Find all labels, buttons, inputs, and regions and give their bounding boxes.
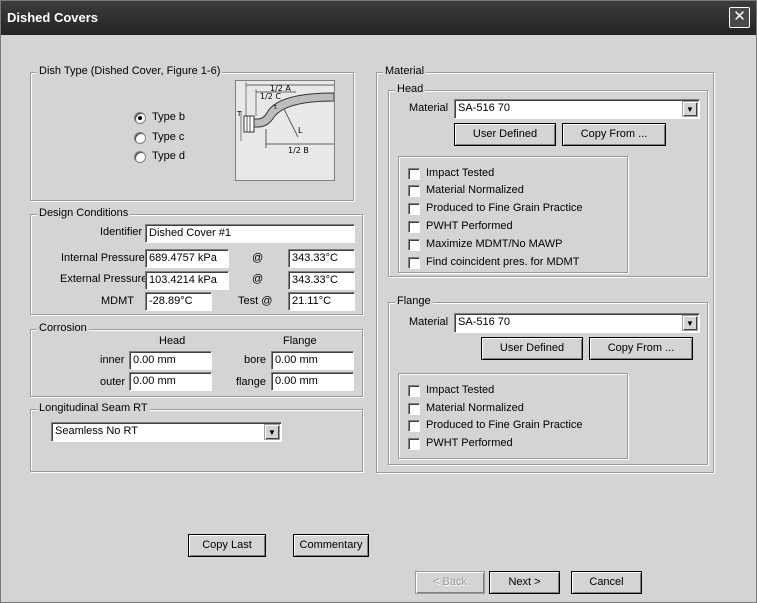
external-pressure-label: External Pressure bbox=[60, 273, 148, 285]
inner-label: inner bbox=[100, 354, 125, 366]
design-conditions-group: Design Conditions Identifier Dished Cove… bbox=[30, 207, 363, 315]
bore-corrosion-input[interactable]: 0.00 mm bbox=[271, 351, 354, 370]
external-temp-input[interactable]: 343.33°C bbox=[288, 271, 355, 290]
design-conditions-legend: Design Conditions bbox=[37, 207, 131, 219]
dim-half-b: 1/2 B bbox=[288, 146, 309, 155]
flange-user-defined-button[interactable]: User Defined bbox=[481, 337, 583, 360]
copy-last-button[interactable]: Copy Last bbox=[188, 534, 266, 557]
internal-temp-input[interactable]: 343.33°C bbox=[288, 249, 355, 268]
window-title: Dished Covers bbox=[7, 10, 99, 25]
material-legend: Material bbox=[383, 65, 427, 77]
radio-type-b-label: Type b bbox=[152, 111, 186, 123]
chevron-down-icon[interactable]: ▼ bbox=[264, 424, 280, 440]
dish-type-legend: Dish Type (Dished Cover, Figure 1-6) bbox=[37, 65, 223, 77]
mdmt-input[interactable]: -28.89°C bbox=[145, 292, 212, 311]
close-icon[interactable]: ✕ bbox=[729, 7, 750, 28]
seam-rt-value: Seamless No RT bbox=[55, 425, 138, 437]
outer-label: outer bbox=[100, 376, 126, 388]
flange-label: flange bbox=[236, 376, 266, 388]
chevron-down-icon[interactable]: ▼ bbox=[682, 101, 698, 117]
radio-type-d-label: Type d bbox=[152, 150, 186, 162]
head-copy-from-button[interactable]: Copy From ... bbox=[562, 123, 666, 146]
identifier-label: Identifier bbox=[100, 226, 143, 238]
dim-T: T bbox=[236, 110, 242, 118]
outer-corrosion-input[interactable]: 0.00 mm bbox=[129, 372, 212, 391]
dish-figure: 1/2 A 1/2 C 1/2 B t L T bbox=[235, 80, 335, 181]
dish-type-group: Dish Type (Dished Cover, Figure 1-6) Typ… bbox=[30, 65, 354, 201]
seam-rt-group: Longitudinal Seam RT Seamless No RT ▼ bbox=[30, 402, 363, 472]
test-label: Test @ bbox=[238, 295, 273, 307]
inner-corrosion-input[interactable]: 0.00 mm bbox=[129, 351, 212, 370]
at-symbol: @ bbox=[252, 252, 264, 264]
dished-covers-dialog: Dished Covers ✕ Dish Type (Dished Cover,… bbox=[0, 0, 757, 603]
dim-L: L bbox=[298, 126, 303, 135]
head-options-box: Impact Tested Material Normalized Produc… bbox=[398, 156, 628, 273]
head-material-group: Head Material SA-516 70 ▼ User Defined C… bbox=[388, 83, 708, 277]
radio-selected-indicator bbox=[134, 112, 146, 124]
head-material-label: Material bbox=[409, 102, 449, 114]
test-temp-input[interactable]: 21.11°C bbox=[288, 292, 355, 311]
head-user-defined-button[interactable]: User Defined bbox=[454, 123, 556, 146]
flange-material-label: Material bbox=[409, 316, 449, 328]
internal-pressure-input[interactable]: 689.4757 kPa bbox=[145, 249, 229, 268]
mdmt-label: MDMT bbox=[101, 295, 134, 307]
at-symbol: @ bbox=[252, 273, 264, 285]
corrosion-legend: Corrosion bbox=[37, 322, 89, 334]
flange-legend: Flange bbox=[395, 295, 433, 307]
flange-material-group: Flange Material SA-516 70 ▼ User Defined… bbox=[388, 295, 708, 465]
corrosion-head-heading: Head bbox=[159, 335, 186, 347]
material-group: Material Head Material SA-516 70 ▼ User … bbox=[376, 65, 714, 473]
external-pressure-input[interactable]: 103.4214 kPa bbox=[145, 271, 229, 290]
chevron-down-icon[interactable]: ▼ bbox=[682, 315, 698, 331]
corrosion-group: Corrosion Head Flange inner 0.00 mm bore… bbox=[30, 322, 363, 397]
flange-corrosion-input[interactable]: 0.00 mm bbox=[271, 372, 354, 391]
flange-options-box: Impact Tested Material Normalized Produc… bbox=[398, 373, 628, 459]
bore-label: bore bbox=[244, 354, 267, 366]
flange-material-value: SA-516 70 bbox=[458, 316, 510, 328]
cancel-button[interactable]: Cancel bbox=[571, 571, 642, 594]
head-legend: Head bbox=[395, 83, 426, 95]
seam-rt-legend: Longitudinal Seam RT bbox=[37, 402, 150, 414]
identifier-input[interactable]: Dished Cover #1 bbox=[145, 224, 355, 243]
back-button[interactable]: < Back bbox=[415, 571, 485, 594]
seam-rt-select[interactable]: Seamless No RT ▼ bbox=[51, 422, 282, 442]
flange-copy-from-button[interactable]: Copy From ... bbox=[589, 337, 693, 360]
internal-pressure-label: Internal Pressure bbox=[61, 252, 145, 264]
title-bar: Dished Covers ✕ bbox=[1, 1, 756, 35]
head-material-select[interactable]: SA-516 70 ▼ bbox=[454, 99, 700, 119]
corrosion-flange-heading: Flange bbox=[283, 335, 317, 347]
flange-material-select[interactable]: SA-516 70 ▼ bbox=[454, 313, 700, 333]
commentary-button[interactable]: Commentary bbox=[293, 534, 369, 557]
dished-cover-diagram: 1/2 A 1/2 C 1/2 B t L T bbox=[236, 81, 335, 180]
dim-t: t bbox=[274, 103, 277, 111]
head-material-value: SA-516 70 bbox=[458, 102, 510, 114]
radio-type-c-label: Type c bbox=[152, 131, 185, 143]
next-button[interactable]: Next > bbox=[489, 571, 560, 594]
dim-half-c: 1/2 C bbox=[260, 92, 281, 101]
